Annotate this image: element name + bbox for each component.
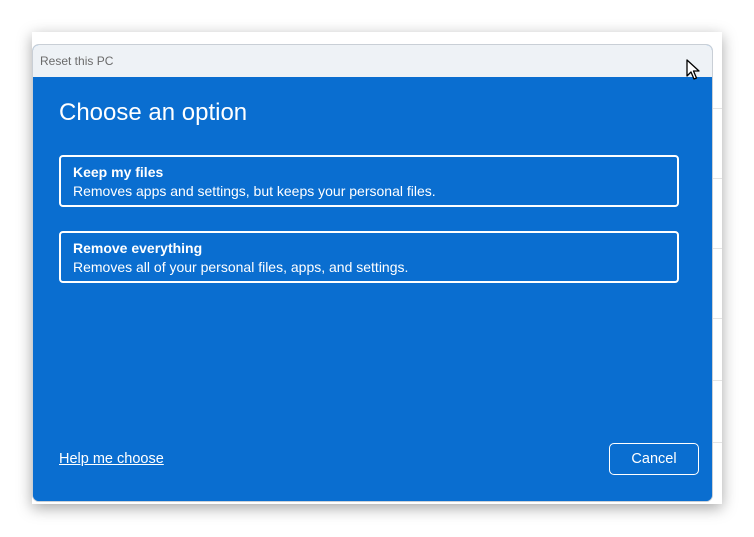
dialog-body: Choose an option Keep my files Removes a… xyxy=(33,77,712,501)
option-title: Keep my files xyxy=(73,164,164,180)
option-title: Remove everything xyxy=(73,240,203,256)
dialog-heading: Choose an option xyxy=(59,99,248,126)
keep-my-files-option[interactable]: Keep my files Removes apps and settings,… xyxy=(59,155,679,207)
cancel-button[interactable]: Cancel xyxy=(609,443,699,475)
mouse-pointer-icon xyxy=(686,59,700,80)
remove-everything-option[interactable]: Remove everything Removes all of your pe… xyxy=(59,231,679,283)
option-description: Removes apps and settings, but keeps you… xyxy=(73,183,436,199)
option-description: Removes all of your personal files, apps… xyxy=(73,259,409,275)
reset-pc-dialog: Reset this PC Choose an option Keep my f… xyxy=(32,44,713,502)
dialog-title: Reset this PC xyxy=(33,45,712,77)
help-me-choose-link[interactable]: Help me choose xyxy=(59,451,164,467)
